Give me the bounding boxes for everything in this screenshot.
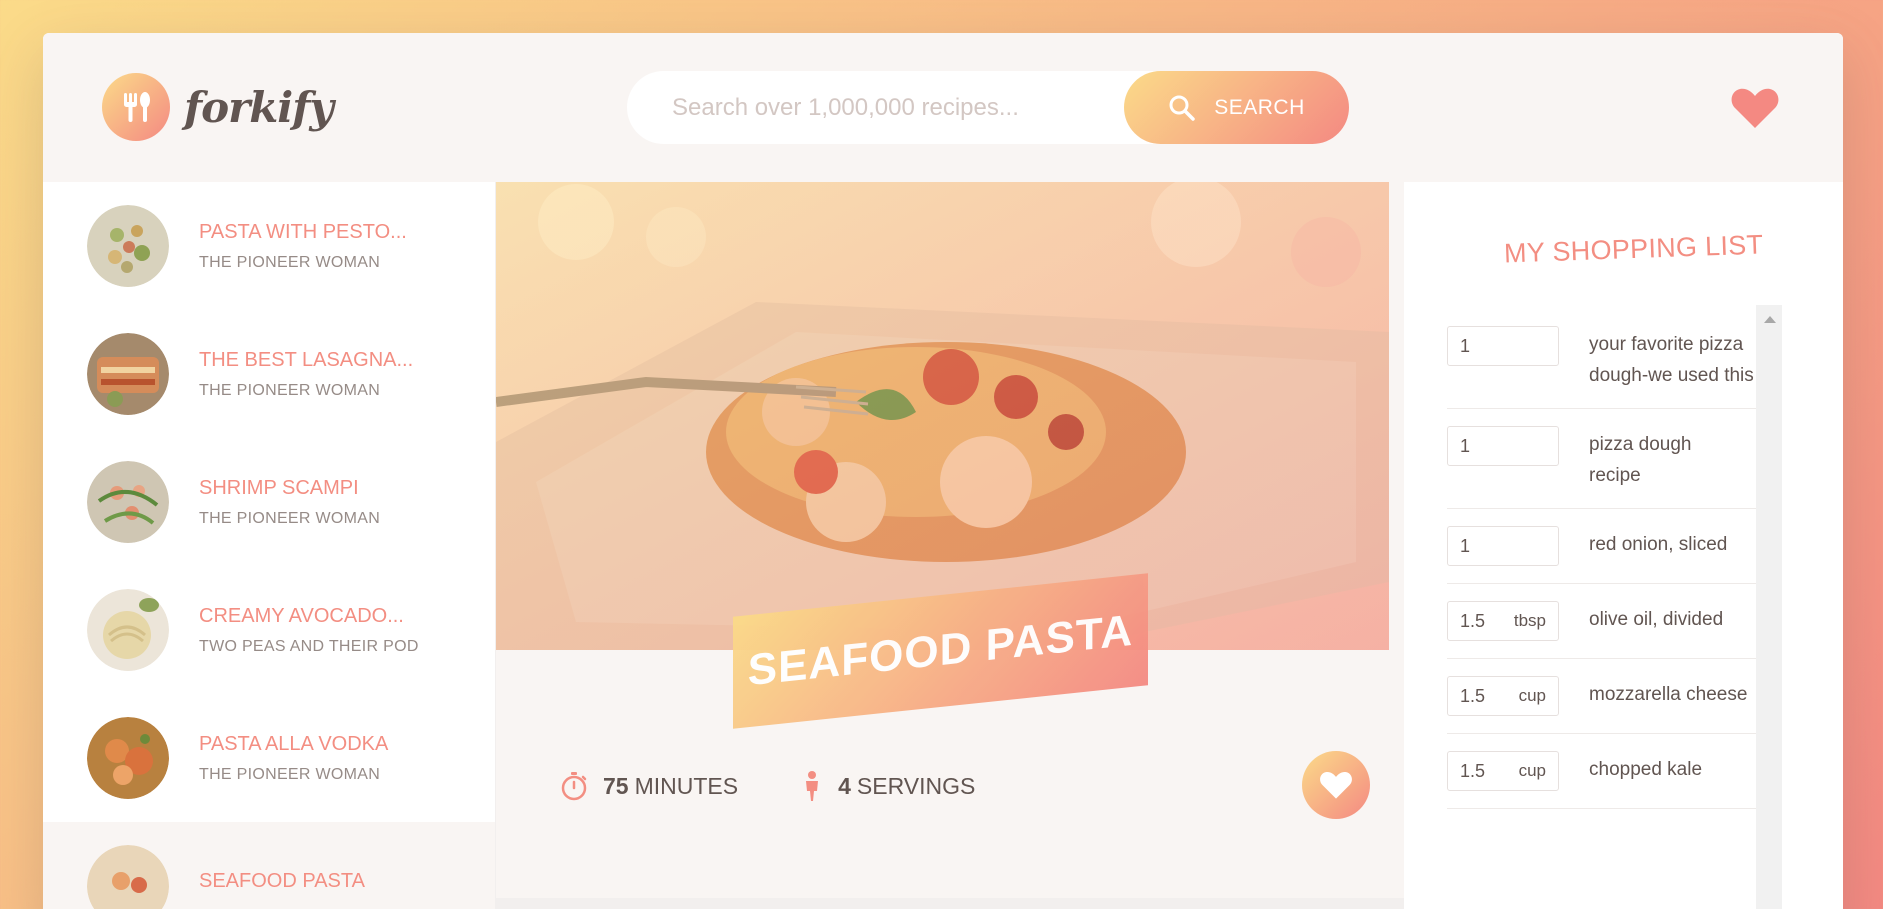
shopping-list: 1 your favorite pizza dough-we used this… bbox=[1447, 309, 1772, 809]
result-thumbnail bbox=[87, 845, 169, 909]
result-name: Seafood pasta bbox=[199, 869, 365, 892]
result-author: The Pioneer Woman bbox=[199, 509, 381, 527]
search-input[interactable] bbox=[672, 93, 1112, 122]
item-count-input[interactable]: 1 bbox=[1447, 526, 1559, 566]
stopwatch-icon bbox=[561, 772, 587, 801]
search-icon bbox=[1169, 95, 1195, 121]
result-item-active[interactable]: Seafood pasta bbox=[43, 822, 495, 909]
result-name: Pasta alla vodka bbox=[199, 732, 389, 755]
servings-value: 4 bbox=[838, 772, 851, 799]
minutes-value: 75 bbox=[603, 772, 629, 799]
results-list: Pasta with pesto... The Pioneer Woman Th… bbox=[43, 182, 496, 909]
item-description: chopped kale bbox=[1589, 759, 1703, 780]
scroll-up-arrow-icon[interactable] bbox=[1764, 316, 1776, 323]
result-author: The Pioneer Woman bbox=[199, 381, 381, 399]
item-count: 1.5 bbox=[1460, 610, 1486, 631]
result-thumbnail bbox=[87, 333, 169, 415]
shopping-item: 1 your favorite pizza dough-we used this bbox=[1447, 309, 1772, 409]
item-count-input[interactable]: 1.5 tbsp bbox=[1447, 601, 1559, 641]
result-item[interactable]: Shrimp scampi The Pioneer Woman bbox=[43, 438, 495, 566]
recipe-image bbox=[496, 182, 1389, 650]
item-description: olive oil, divided bbox=[1589, 609, 1724, 630]
shopping-item: 1.5 cup mozzarella cheese bbox=[1447, 659, 1772, 734]
item-count: 1 bbox=[1460, 335, 1471, 356]
search-button[interactable]: SEARCH bbox=[1124, 71, 1349, 144]
bookmark-heart-button[interactable] bbox=[1302, 751, 1370, 819]
item-unit: tbsp bbox=[1513, 611, 1546, 630]
result-name: Creamy avocado... bbox=[199, 604, 404, 627]
result-name: The best lasagna... bbox=[199, 348, 414, 371]
search-button-label: SEARCH bbox=[1214, 95, 1305, 119]
recipe-ingredients-band bbox=[496, 898, 1404, 909]
fork-knife-icon bbox=[102, 73, 170, 141]
result-item[interactable]: The best lasagna... The Pioneer Woman bbox=[43, 310, 495, 438]
search-bar: SEARCH bbox=[627, 71, 1349, 144]
header: forkify SEARCH bbox=[43, 33, 1843, 182]
shopping-item: 1 red onion, sliced bbox=[1447, 509, 1772, 584]
heart-icon bbox=[1320, 771, 1352, 799]
item-count: 1 bbox=[1460, 435, 1471, 456]
shopping-scrollbar[interactable] bbox=[1756, 305, 1782, 909]
recipe-panel: SEAFOOD PASTA 75 MINUTES 4 SERVINGS bbox=[496, 182, 1404, 909]
item-description: your favorite pizza dough-we used this bbox=[1589, 334, 1754, 386]
result-name: Shrimp scampi bbox=[199, 476, 359, 499]
item-count-input[interactable]: 1 bbox=[1447, 326, 1559, 366]
result-author: The Pioneer Woman bbox=[199, 765, 381, 783]
logo-text: forkify bbox=[184, 82, 334, 132]
app-window: forkify SEARCH bbox=[43, 33, 1843, 909]
result-thumbnail bbox=[87, 717, 169, 799]
result-thumbnail bbox=[87, 461, 169, 543]
recipe-time: 75 MINUTES bbox=[559, 771, 738, 801]
item-description: red onion, sliced bbox=[1589, 534, 1728, 555]
result-item[interactable]: Pasta with pesto... The Pioneer Woman bbox=[43, 182, 495, 310]
item-count-input[interactable]: 1.5 cup bbox=[1447, 751, 1559, 791]
person-icon bbox=[806, 771, 819, 801]
recipe-title: SEAFOOD PASTA bbox=[747, 605, 1134, 696]
item-count-input[interactable]: 1 bbox=[1447, 426, 1559, 466]
result-author: The Pioneer Woman bbox=[199, 253, 381, 271]
item-count: 1.5 bbox=[1460, 760, 1486, 781]
result-name: Pasta with pesto... bbox=[199, 220, 407, 243]
shopping-item: 1 pizza dough recipe bbox=[1447, 409, 1772, 509]
result-item[interactable]: Creamy avocado... Two Peas and Their Pod bbox=[43, 566, 495, 694]
result-thumbnail bbox=[87, 589, 169, 671]
result-author: Two Peas and Their Pod bbox=[199, 637, 419, 655]
item-count: 1 bbox=[1460, 535, 1471, 556]
minutes-label: MINUTES bbox=[634, 772, 739, 799]
item-description: pizza dough recipe bbox=[1589, 434, 1692, 486]
shopping-list-title: MY SHOPPING LIST bbox=[1503, 229, 1764, 269]
shopping-item: 1.5 cup chopped kale bbox=[1447, 734, 1772, 809]
result-item[interactable]: Pasta alla vodka The Pioneer Woman bbox=[43, 694, 495, 822]
item-count: 1.5 bbox=[1460, 685, 1486, 706]
item-unit: cup bbox=[1518, 686, 1546, 705]
item-unit: cup bbox=[1518, 761, 1546, 780]
likes-heart-icon[interactable] bbox=[1730, 87, 1780, 134]
result-thumbnail bbox=[87, 205, 169, 287]
recipe-servings: 4 SERVINGS bbox=[800, 770, 975, 802]
item-description: mozzarella cheese bbox=[1589, 684, 1748, 705]
item-count-input[interactable]: 1.5 cup bbox=[1447, 676, 1559, 716]
servings-label: SERVINGS bbox=[856, 772, 976, 799]
logo[interactable]: forkify bbox=[102, 73, 334, 141]
recipe-details: 75 MINUTES 4 SERVINGS bbox=[559, 770, 1037, 802]
shopping-item: 1.5 tbsp olive oil, divided bbox=[1447, 584, 1772, 659]
